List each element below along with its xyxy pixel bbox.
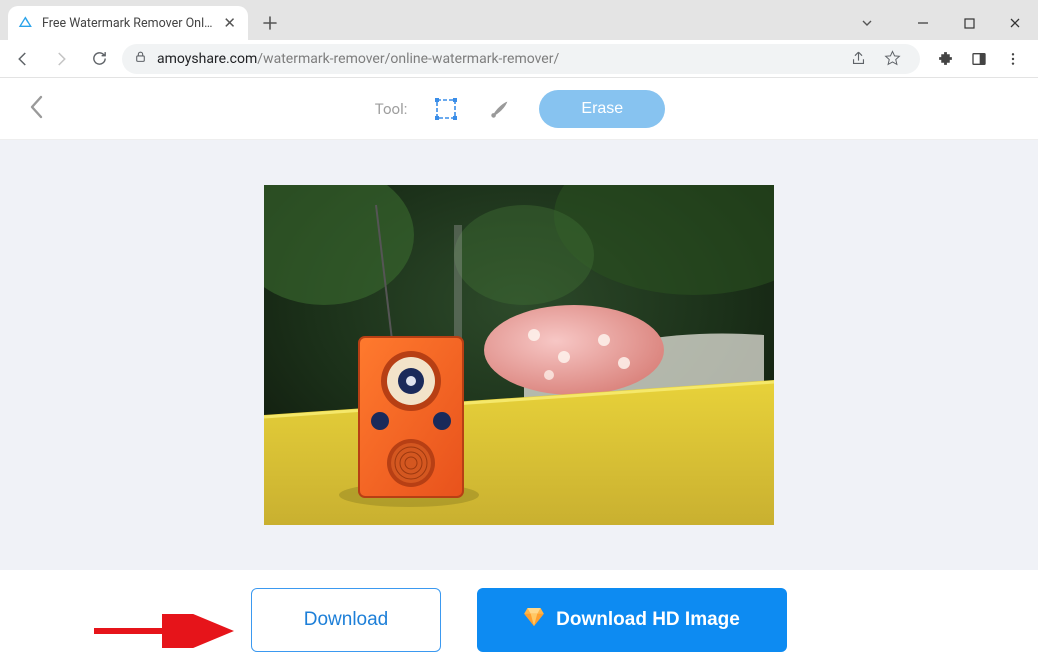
new-tab-button[interactable]	[256, 9, 284, 37]
site-favicon	[18, 15, 34, 31]
address-bar-actions	[842, 44, 908, 74]
tab-dropdown-icon[interactable]	[844, 8, 890, 38]
arrow-pointer-icon	[90, 614, 240, 648]
back-button[interactable]	[8, 44, 38, 74]
browser-tab-active[interactable]: Free Watermark Remover Online ✕	[8, 6, 248, 40]
download-hd-button[interactable]: Download HD Image	[477, 588, 787, 652]
diamond-icon	[524, 608, 544, 632]
brush-tool-icon[interactable]	[485, 94, 515, 124]
bottom-actions: Download Download HD Image	[0, 570, 1038, 670]
lock-icon	[134, 50, 147, 67]
menu-dots-icon[interactable]	[996, 44, 1030, 74]
address-bar[interactable]: amoyshare.com/watermark-remover/online-w…	[122, 44, 920, 74]
browser-extra-icons	[928, 44, 1030, 74]
browser-address-row: amoyshare.com/watermark-remover/online-w…	[0, 40, 1038, 78]
share-icon[interactable]	[842, 44, 874, 74]
canvas-area	[0, 140, 1038, 570]
tab-title: Free Watermark Remover Online	[42, 16, 213, 31]
preview-image	[264, 185, 774, 525]
bookmark-star-icon[interactable]	[876, 44, 908, 74]
browser-titlebar: Free Watermark Remover Online ✕	[0, 0, 1038, 40]
reload-button[interactable]	[84, 44, 114, 74]
close-window-icon[interactable]	[992, 8, 1038, 38]
extensions-icon[interactable]	[928, 44, 962, 74]
erase-button[interactable]: Erase	[539, 90, 665, 128]
minimize-window-icon[interactable]	[900, 8, 946, 38]
download-button[interactable]: Download	[251, 588, 441, 652]
maximize-window-icon[interactable]	[946, 8, 992, 38]
forward-button[interactable]	[46, 44, 76, 74]
close-tab-icon[interactable]: ✕	[221, 14, 238, 32]
window-controls	[844, 6, 1038, 40]
download-hd-label: Download HD Image	[556, 609, 740, 631]
sidepanel-icon[interactable]	[962, 44, 996, 74]
app-toolbar: Tool: Erase	[0, 78, 1038, 140]
url-text: amoyshare.com/watermark-remover/online-w…	[157, 51, 559, 67]
tool-group: Tool: Erase	[375, 90, 665, 128]
app-back-button[interactable]	[28, 94, 58, 124]
rect-select-tool-icon[interactable]	[431, 94, 461, 124]
tool-label: Tool:	[375, 100, 408, 118]
